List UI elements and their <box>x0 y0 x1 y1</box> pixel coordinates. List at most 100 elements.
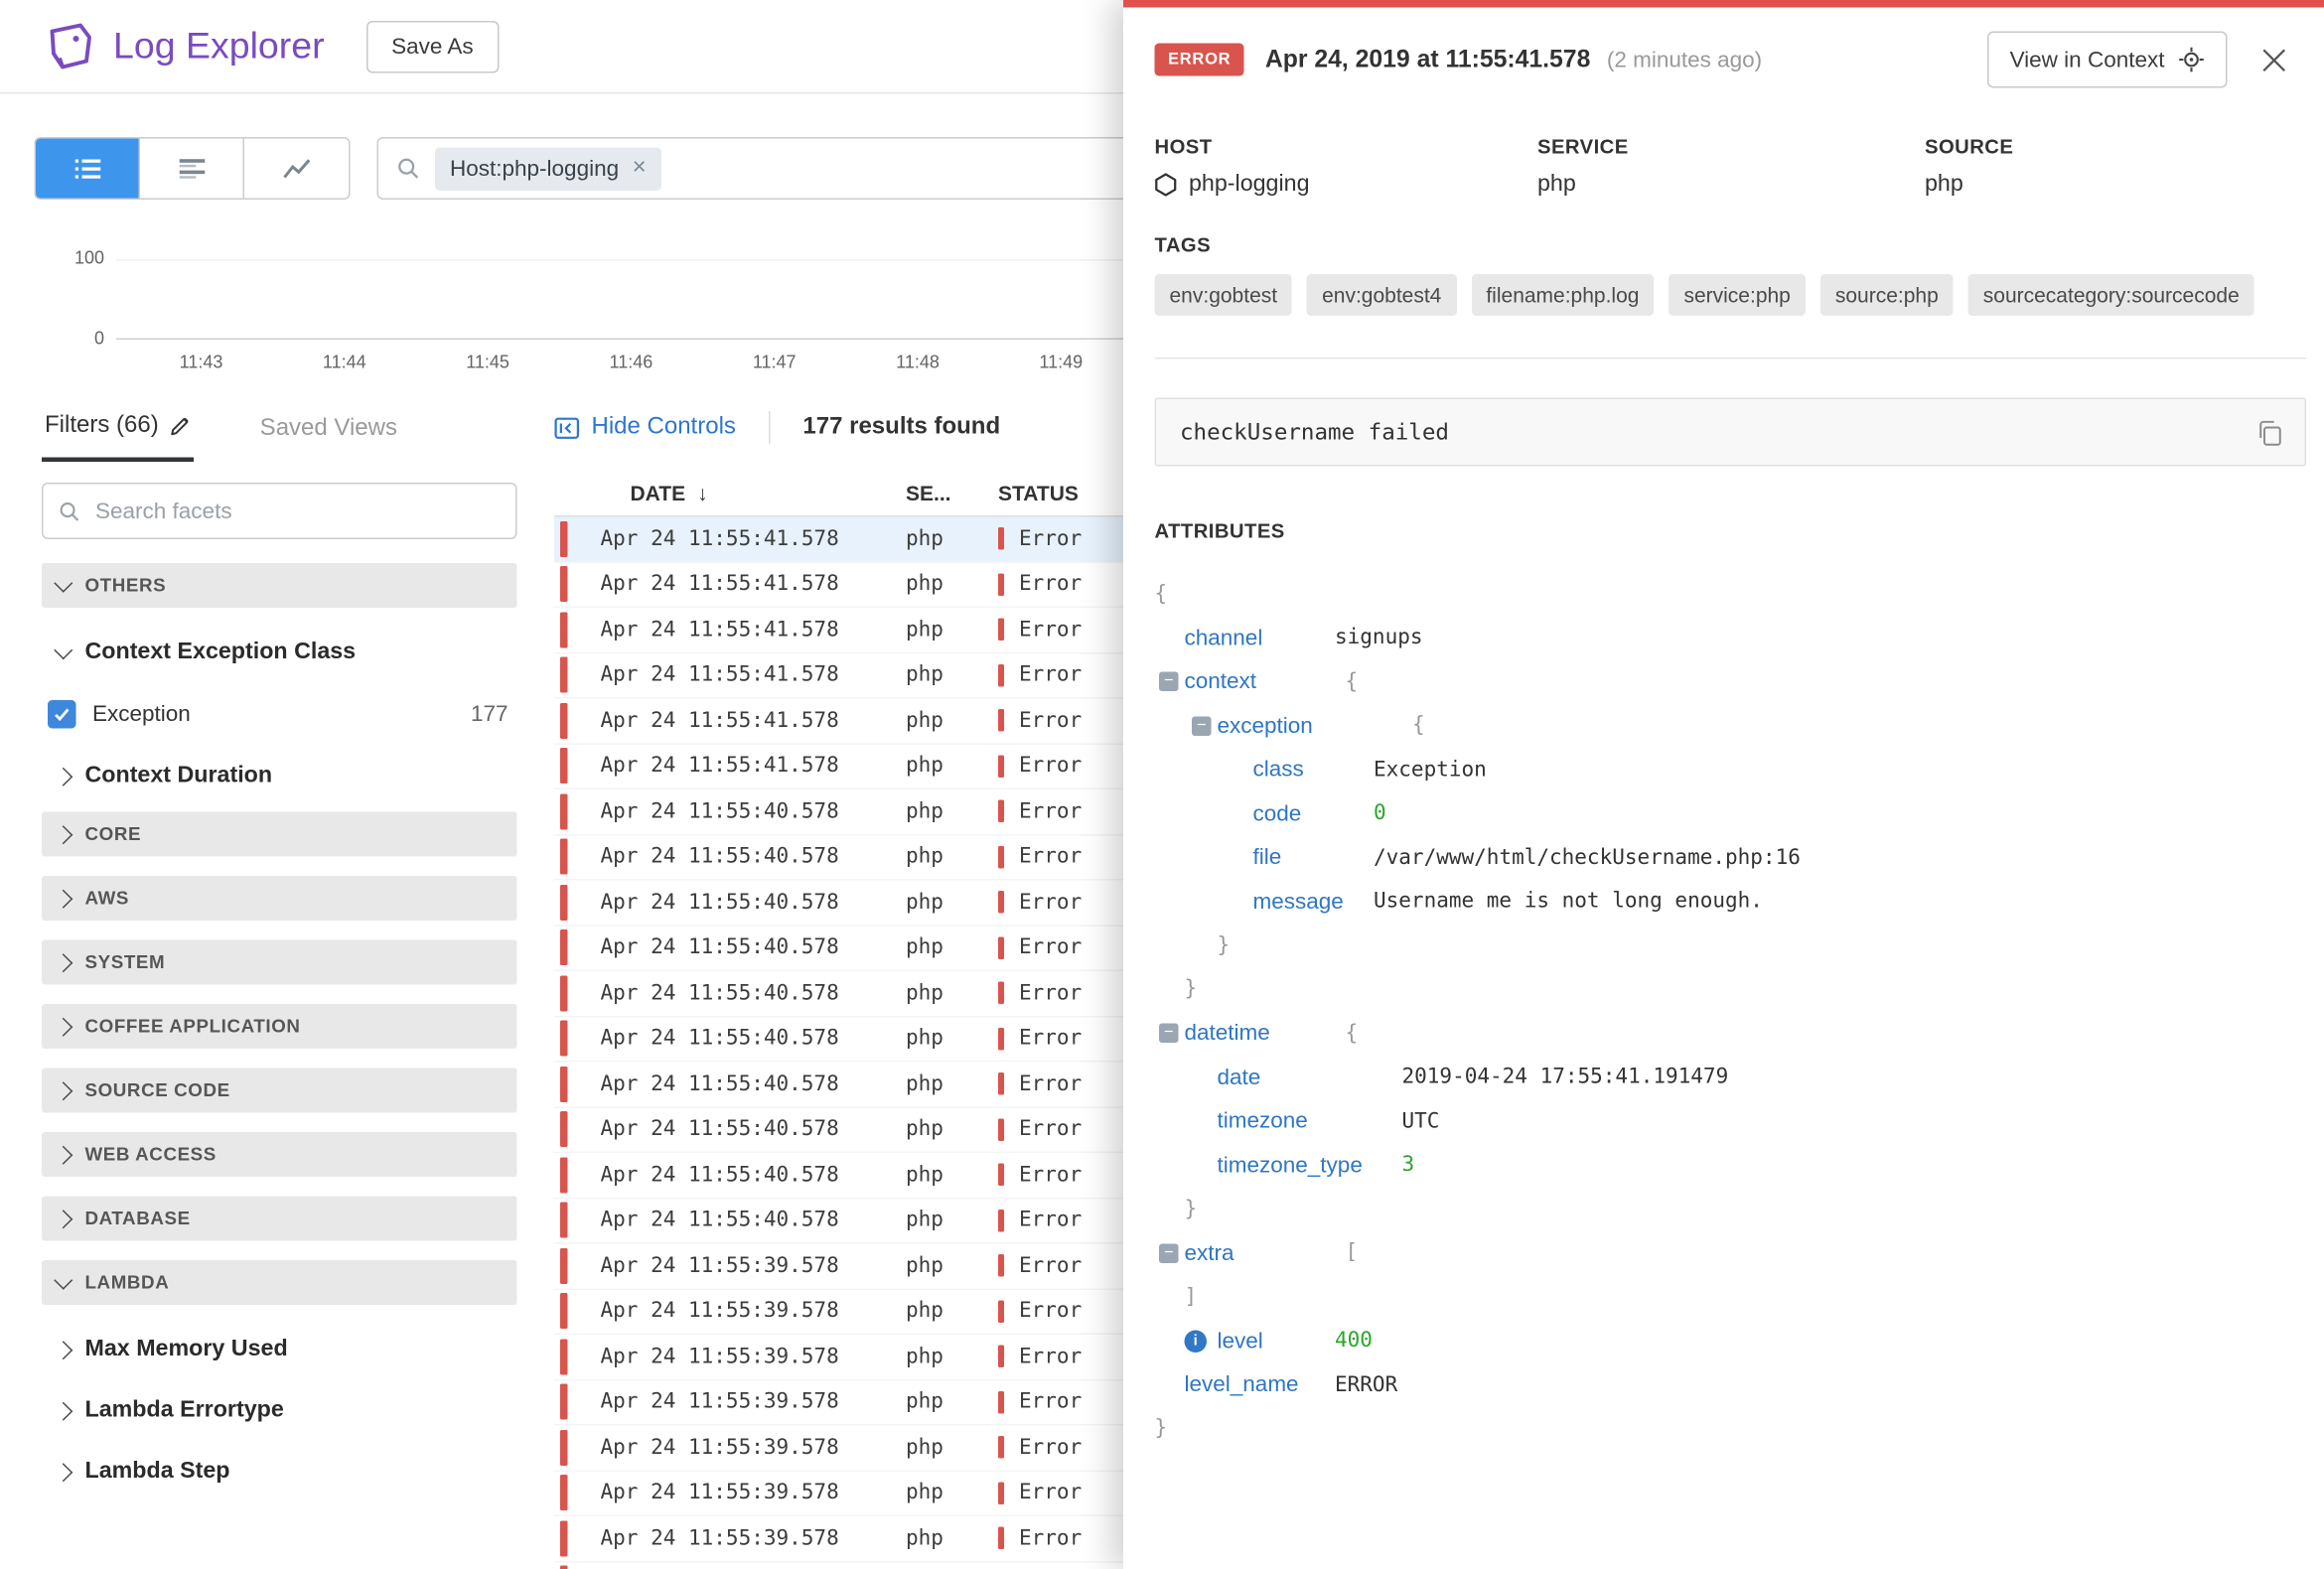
copy-icon[interactable] <box>2255 418 2284 447</box>
log-detail-panel: ERROR Apr 24, 2019 at 11:55:41.578 (2 mi… <box>1123 0 2324 1569</box>
facet-group-core[interactable]: CORE <box>42 812 517 857</box>
facet-item-lambda-step[interactable]: Lambda Step <box>42 1447 517 1498</box>
facet-group-database[interactable]: DATABASE <box>42 1197 517 1241</box>
log-row-status: Error <box>998 754 1082 778</box>
attribute-key-wrap: timezone_type <box>1218 1153 1402 1179</box>
facet-label: Lambda Step <box>85 1459 230 1486</box>
attribute-row: class Exception <box>1155 748 2293 791</box>
attribute-key[interactable]: level <box>1218 1329 1263 1355</box>
error-severity-bar <box>560 1248 568 1284</box>
checkbox-checked-icon[interactable] <box>48 699 76 728</box>
log-row-date: Apr 24 11:55:40.578 <box>601 981 907 1005</box>
attribute-key[interactable]: code <box>1253 801 1302 827</box>
log-message: checkUsername failed <box>1180 419 1449 446</box>
facet-group-lambda[interactable]: LAMBDA <box>42 1260 517 1305</box>
attribute-row: date2019-04-24 17:55:41.191479 <box>1155 1056 2293 1099</box>
facet-item-lambda-errortype[interactable]: Lambda Errortype <box>42 1385 517 1436</box>
attribute-key-wrap: exception <box>1218 713 1402 739</box>
facet-group-system[interactable]: SYSTEM <box>42 940 517 985</box>
attribute-key[interactable]: exception <box>1218 713 1313 739</box>
facet-group-source-code[interactable]: SOURCE CODE <box>42 1069 517 1113</box>
log-row-status: Error <box>998 1299 1082 1323</box>
error-severity-bar <box>560 1203 568 1238</box>
facet-search-input[interactable] <box>92 497 456 525</box>
attribute-key[interactable]: channel <box>1185 626 1263 651</box>
facet-item-context-duration[interactable]: Context Duration <box>42 751 517 801</box>
tab-filters[interactable]: Filters (66) <box>42 401 195 463</box>
search-filter-chip[interactable]: Host:php-logging × <box>435 147 661 191</box>
edit-filters-icon[interactable] <box>171 416 192 437</box>
timeseries-chart[interactable]: 100 0 11:4311:4411:4511:4611:4711:4811:4… <box>42 235 1129 384</box>
meta-value[interactable]: php <box>1925 172 2293 199</box>
error-severity-bar <box>560 1067 568 1102</box>
attribute-key[interactable]: file <box>1253 845 1282 871</box>
attribute-key[interactable]: message <box>1253 889 1344 915</box>
panel-status-bar <box>1123 0 2324 8</box>
error-severity-bar <box>560 521 568 557</box>
tag-env-gobtest[interactable]: env:gobtest <box>1155 274 1293 316</box>
tag-source-php[interactable]: source:php <box>1820 274 1954 316</box>
tag-service-php[interactable]: service:php <box>1669 274 1805 316</box>
log-row-status: Error <box>998 891 1082 915</box>
attribute-key[interactable]: class <box>1253 757 1304 783</box>
attribute-key[interactable]: date <box>1218 1065 1261 1090</box>
close-icon[interactable] <box>2255 41 2293 78</box>
log-row-date: Apr 24 11:55:39.578 <box>601 1526 907 1550</box>
attribute-key[interactable]: extra <box>1185 1240 1235 1266</box>
status-badge: ERROR <box>1155 44 1244 76</box>
facet-item-context-exception-class[interactable]: Context Exception Class <box>42 628 517 678</box>
attribute-key-wrap: context <box>1185 669 1336 695</box>
x-axis-tick: 11:45 <box>466 352 509 372</box>
meta-value[interactable]: php-logging <box>1155 172 1538 199</box>
facet-group-aws[interactable]: AWS <box>42 876 517 921</box>
json-bracket: { <box>1412 714 1425 738</box>
attribute-key[interactable]: context <box>1185 669 1257 695</box>
gridline <box>116 259 1129 261</box>
view-in-context-button[interactable]: View in Context <box>1987 32 2227 88</box>
chevron-right-icon <box>54 824 73 843</box>
error-severity-bar <box>560 839 568 875</box>
log-row-date: Apr 24 11:55:41.578 <box>601 663 907 687</box>
chart-view-button[interactable] <box>244 139 349 199</box>
tag-sourcecategory-sourcecode[interactable]: sourcecategory:sourcecode <box>1968 274 2254 316</box>
error-status-icon <box>998 891 1004 914</box>
attribute-key[interactable]: level_name <box>1185 1372 1299 1398</box>
log-row-date: Apr 24 11:55:40.578 <box>601 799 907 823</box>
list-view-button[interactable] <box>36 139 140 199</box>
attribute-row: −extra[ <box>1155 1231 2293 1275</box>
column-header-service[interactable]: SE... <box>906 482 998 505</box>
facet-item-max-memory-used[interactable]: Max Memory Used <box>42 1325 517 1375</box>
aggregate-view-button[interactable] <box>140 139 244 199</box>
column-header-status[interactable]: STATUS <box>998 482 1079 505</box>
attribute-row: code0 <box>1155 791 2293 835</box>
attribute-row: } <box>1155 1407 2293 1451</box>
column-header-date[interactable]: DATE ↓ <box>631 482 907 505</box>
remove-filter-icon[interactable]: × <box>633 157 647 181</box>
attribute-key[interactable]: timezone <box>1218 1108 1308 1134</box>
log-row-service: php <box>906 845 998 869</box>
attribute-value: Exception <box>1374 758 1487 782</box>
facet-group-others[interactable]: OTHERS <box>42 563 517 608</box>
collapse-toggle-icon[interactable]: − <box>1192 716 1212 736</box>
error-severity-bar <box>560 793 568 829</box>
save-as-button[interactable]: Save As <box>366 20 500 72</box>
tab-saved-views[interactable]: Saved Views <box>257 401 400 463</box>
facet-value-label: Exception <box>92 701 191 727</box>
collapse-toggle-icon[interactable]: − <box>1159 1243 1179 1263</box>
facet-group-web-access[interactable]: WEB ACCESS <box>42 1132 517 1177</box>
attribute-key[interactable]: timezone_type <box>1218 1153 1363 1179</box>
tag-filename-php-log[interactable]: filename:php.log <box>1471 274 1654 316</box>
facet-group-coffee-application[interactable]: COFFEE APPLICATION <box>42 1004 517 1049</box>
facet-value-exception[interactable]: Exception 177 <box>42 688 517 739</box>
meta-value[interactable]: php <box>1537 172 1925 199</box>
facet-value-count: 177 <box>471 701 508 727</box>
error-severity-bar <box>560 1339 568 1374</box>
facet-label: OTHERS <box>85 575 167 596</box>
collapse-toggle-icon[interactable]: − <box>1159 672 1179 692</box>
collapse-toggle-icon[interactable]: − <box>1159 1024 1179 1044</box>
hide-controls-link[interactable]: Hide Controls <box>554 414 736 441</box>
sort-desc-icon[interactable]: ↓ <box>697 482 708 505</box>
tag-env-gobtest4[interactable]: env:gobtest4 <box>1307 274 1456 316</box>
attribute-key[interactable]: datetime <box>1185 1021 1270 1047</box>
error-severity-bar <box>560 1475 568 1510</box>
